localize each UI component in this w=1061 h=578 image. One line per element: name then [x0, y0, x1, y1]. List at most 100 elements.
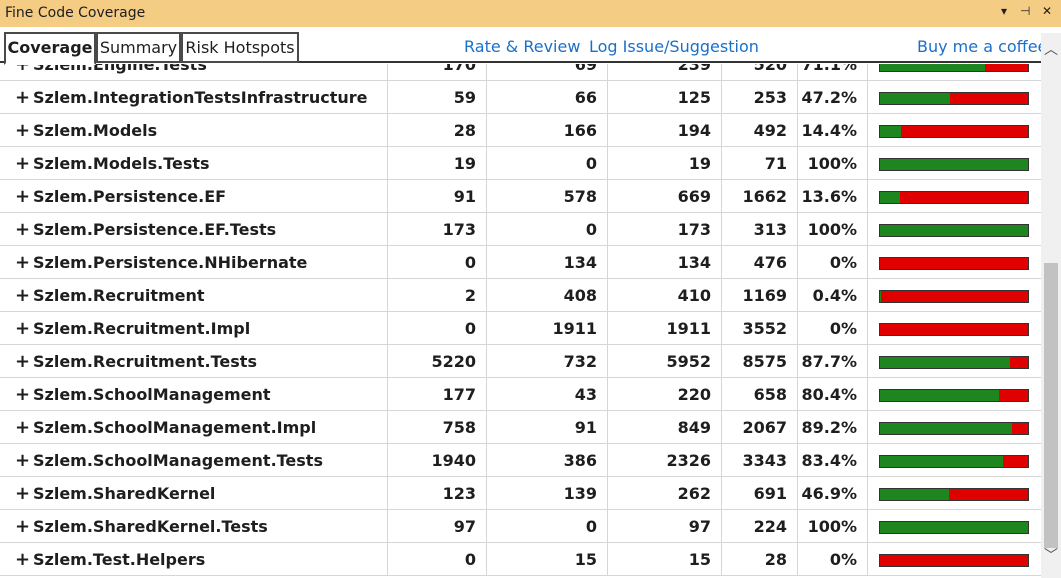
coverage-bar-cell	[868, 279, 1041, 312]
coverage-bar-fill	[880, 93, 950, 104]
assembly-label: Szlem.SharedKernel.Tests	[33, 517, 268, 536]
table-row[interactable]: + Szlem.Models.Tests 19 0 19 71 100%	[0, 147, 1041, 180]
assembly-label: Szlem.Models	[33, 121, 158, 140]
total-cell: 253	[722, 81, 798, 114]
table-row[interactable]: + Szlem.Persistence.EF 91 578 669 1662 13.6%	[0, 180, 1041, 213]
coverage-bar	[879, 488, 1029, 501]
tab-summary[interactable]: Summary	[96, 32, 181, 63]
expand-icon[interactable]: +	[15, 246, 33, 279]
percent-cell: 46.9%	[798, 477, 868, 510]
covered-cell: 97	[388, 510, 487, 543]
expand-icon[interactable]: +	[15, 279, 33, 312]
pin-icon[interactable]: ⊣	[1020, 4, 1030, 18]
scroll-down-icon[interactable]: ﹀	[1041, 545, 1061, 565]
total-cell: 71	[722, 147, 798, 180]
assembly-name: + Szlem.Models.Tests	[0, 147, 388, 180]
coverage-bar-fill	[880, 64, 985, 71]
uncovered-cell: 0	[487, 147, 608, 180]
coverage-bar-fill	[880, 159, 1028, 170]
percent-cell: 89.2%	[798, 411, 868, 444]
coverage-bar	[879, 257, 1029, 270]
expand-icon[interactable]: +	[15, 180, 33, 213]
expand-icon[interactable]: +	[15, 543, 33, 576]
expand-icon[interactable]: +	[15, 213, 33, 246]
total-cell: 520	[722, 64, 798, 81]
log-issue-link[interactable]: Log Issue/Suggestion	[589, 37, 759, 56]
total-cell: 658	[722, 378, 798, 411]
total-cell: 8575	[722, 345, 798, 378]
assembly-name: + Szlem.SchoolManagement.Impl	[0, 411, 388, 444]
scroll-up-icon[interactable]: ︿	[1041, 39, 1061, 59]
coverage-bar	[879, 323, 1029, 336]
coverable-cell: 262	[608, 477, 722, 510]
tab-coverage[interactable]: Coverage	[4, 32, 96, 65]
table-row[interactable]: + Szlem.Persistence.EF.Tests 173 0 173 313 100…	[0, 213, 1041, 246]
expand-icon[interactable]: +	[15, 411, 33, 444]
expand-icon[interactable]: +	[15, 312, 33, 345]
table-row[interactable]: + Szlem.SharedKernel.Tests 97 0 97 224 100%	[0, 510, 1041, 543]
coverage-bar-cell	[868, 147, 1041, 180]
table-row[interactable]: + Szlem.SharedKernel 123 139 262 691 46.9%	[0, 477, 1041, 510]
total-cell: 2067	[722, 411, 798, 444]
table-row[interactable]: + Szlem.IntegrationTestsInfrastructure 59 6…	[0, 81, 1041, 114]
table-row[interactable]: + Szlem.SchoolManagement.Tests 1940 386 2326…	[0, 444, 1041, 477]
table-row[interactable]: + Szlem.Recruitment.Impl 0 1911 1911 3552 0%	[0, 312, 1041, 345]
vertical-scrollbar[interactable]: ︿ ﹀	[1041, 33, 1061, 578]
coverage-bar-cell	[868, 213, 1041, 246]
coverable-cell: 97	[608, 510, 722, 543]
expand-icon[interactable]: +	[15, 477, 33, 510]
assembly-label: Szlem.Recruitment.Tests	[33, 352, 257, 371]
dropdown-icon[interactable]: ▾	[1001, 4, 1007, 18]
coverage-bar-fill	[880, 225, 1028, 236]
uncovered-cell: 66	[487, 81, 608, 114]
expand-icon[interactable]: +	[15, 444, 33, 477]
coverage-bar	[879, 191, 1029, 204]
uncovered-cell: 578	[487, 180, 608, 213]
assembly-name: + Szlem.Engine.Tests	[0, 64, 388, 81]
expand-icon[interactable]: +	[15, 345, 33, 378]
uncovered-cell: 91	[487, 411, 608, 444]
expand-icon[interactable]: +	[15, 510, 33, 543]
assembly-name: + Szlem.Recruitment.Impl	[0, 312, 388, 345]
table-row[interactable]: + Szlem.SchoolManagement 177 43 220 658 80.4%	[0, 378, 1041, 411]
assembly-label: Szlem.SchoolManagement.Tests	[33, 451, 323, 470]
table-row[interactable]: + Szlem.Recruitment 2 408 410 1169 0.4%	[0, 279, 1041, 312]
buy-coffee-link[interactable]: Buy me a coffee	[917, 37, 1047, 56]
expand-icon[interactable]: +	[15, 378, 33, 411]
coverage-bar-fill	[880, 522, 1028, 533]
table-row[interactable]: + Szlem.Engine.Tests 170 69 239 520 71.1%	[0, 64, 1041, 81]
percent-cell: 0%	[798, 543, 868, 576]
coverage-bar-cell	[868, 543, 1041, 576]
rate-review-link[interactable]: Rate & Review	[464, 37, 580, 56]
close-icon[interactable]: ✕	[1042, 4, 1052, 18]
total-cell: 691	[722, 477, 798, 510]
uncovered-cell: 732	[487, 345, 608, 378]
uncovered-cell: 408	[487, 279, 608, 312]
assembly-name: + Szlem.SharedKernel.Tests	[0, 510, 388, 543]
coverable-cell: 220	[608, 378, 722, 411]
coverage-bar-cell	[868, 411, 1041, 444]
table-row[interactable]: + Szlem.Persistence.NHibernate 0 134 134 476 0…	[0, 246, 1041, 279]
total-cell: 313	[722, 213, 798, 246]
table-row[interactable]: + Szlem.Models 28 166 194 492 14.4%	[0, 114, 1041, 147]
uncovered-cell: 166	[487, 114, 608, 147]
table-row[interactable]: + Szlem.SchoolManagement.Impl 758 91 849 2067…	[0, 411, 1041, 444]
assembly-label: Szlem.Test.Helpers	[33, 550, 206, 569]
assembly-label: Szlem.Persistence.NHibernate	[33, 253, 308, 272]
uncovered-cell: 139	[487, 477, 608, 510]
coverage-bar-fill	[880, 423, 1012, 434]
scrollbar-thumb[interactable]	[1044, 263, 1058, 548]
expand-icon[interactable]: +	[15, 64, 33, 81]
table-row[interactable]: + Szlem.Test.Helpers 0 15 15 28 0%	[0, 543, 1041, 576]
coverable-cell: 125	[608, 81, 722, 114]
tab-risk-hotspots[interactable]: Risk Hotspots	[181, 32, 299, 63]
expand-icon[interactable]: +	[15, 114, 33, 147]
coverage-bar-fill	[880, 126, 901, 137]
uncovered-cell: 386	[487, 444, 608, 477]
coverage-bar-cell	[868, 378, 1041, 411]
table-row[interactable]: + Szlem.Recruitment.Tests 5220 732 5952 8575 8…	[0, 345, 1041, 378]
expand-icon[interactable]: +	[15, 81, 33, 114]
expand-icon[interactable]: +	[15, 147, 33, 180]
coverable-cell: 410	[608, 279, 722, 312]
tab-bar: Coverage Summary Risk Hotspots Rate & Re…	[0, 27, 1061, 65]
